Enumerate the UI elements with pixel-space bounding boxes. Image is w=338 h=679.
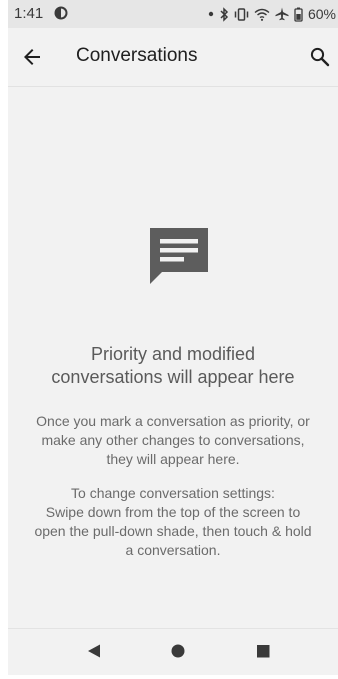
system-nav-bar bbox=[8, 628, 338, 675]
description-line: Once you mark a conversation as priority… bbox=[36, 413, 310, 429]
vibrate-icon bbox=[234, 7, 249, 21]
instruction-line: To change conversation settings: bbox=[71, 485, 275, 501]
description-line: they will appear here. bbox=[106, 451, 240, 467]
nav-back-icon[interactable] bbox=[86, 643, 102, 659]
status-time: 1:41 bbox=[14, 5, 44, 22]
instruction-line: a conversation. bbox=[125, 542, 221, 558]
empty-state-description: Once you mark a conversation as priority… bbox=[8, 412, 338, 469]
battery-icon bbox=[294, 7, 303, 22]
instruction-line: open the pull-down shade, then touch & h… bbox=[34, 523, 312, 539]
empty-state-title: Priority and modified conversations will… bbox=[8, 343, 338, 389]
status-bar: 1:41 60% bbox=[8, 0, 338, 28]
wifi-icon bbox=[254, 8, 270, 21]
instruction-line: Swipe down from the top of the screen to bbox=[45, 504, 301, 520]
description-line: make any other changes to conversations, bbox=[41, 432, 305, 448]
nav-home-icon[interactable] bbox=[170, 643, 186, 659]
settings-instructions: To change conversation settings: Swipe d… bbox=[8, 484, 338, 560]
search-icon[interactable] bbox=[308, 45, 332, 69]
status-icons: 60% bbox=[208, 5, 336, 23]
dot-icon bbox=[208, 11, 214, 17]
page-title: Conversations bbox=[76, 45, 198, 66]
back-arrow-icon[interactable] bbox=[20, 45, 44, 69]
bluetooth-icon bbox=[220, 6, 229, 22]
message-icon bbox=[150, 228, 208, 284]
app-bar: Conversations bbox=[8, 28, 338, 87]
airplane-icon bbox=[275, 7, 289, 21]
empty-title-line: Priority and modified bbox=[90, 344, 256, 364]
empty-title-line: conversations will appear here bbox=[51, 367, 295, 387]
app-notification-icon bbox=[54, 6, 68, 20]
nav-recents-icon[interactable] bbox=[255, 643, 271, 659]
battery-percent: 60% bbox=[307, 6, 336, 22]
phone-screen: 1:41 60% Conversations Priority and modi… bbox=[8, 0, 338, 675]
